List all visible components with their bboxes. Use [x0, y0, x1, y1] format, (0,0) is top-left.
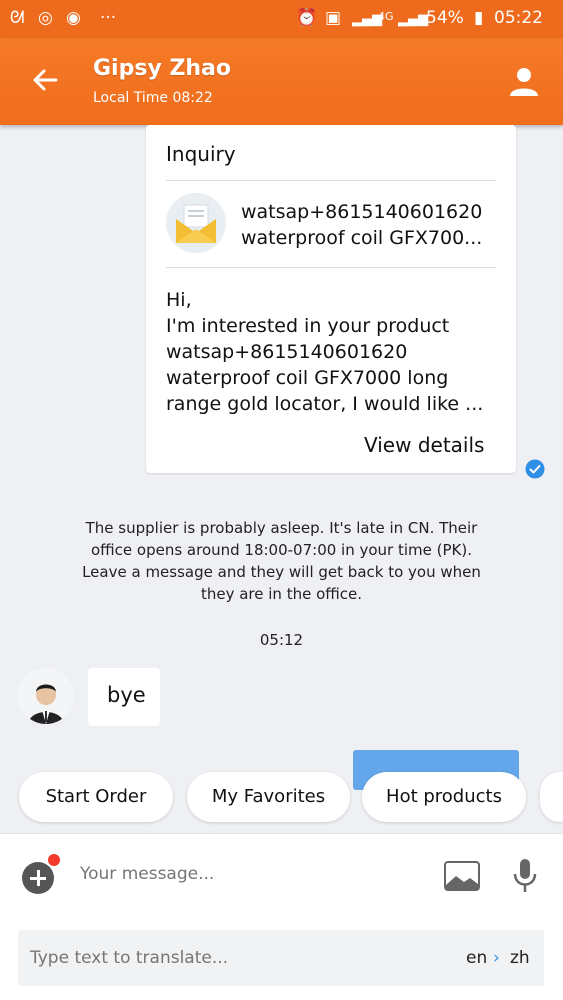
supplier-avatar-image [18, 668, 74, 724]
incoming-message-text: bye [107, 683, 146, 707]
divider [166, 267, 496, 268]
inquiry-message: Hi, I'm interested in your product watsa… [166, 287, 496, 417]
message-composer [0, 833, 563, 918]
read-check-icon [525, 459, 545, 479]
microphone-icon[interactable] [512, 858, 538, 894]
message-timestamp: 05:12 [259, 631, 304, 649]
app-bar: Gipsy Zhao Local Time 08:22 [0, 38, 563, 125]
profile-icon[interactable] [506, 64, 542, 100]
contact-name: Gipsy Zhao [93, 56, 232, 81]
incoming-message-bubble: bye [88, 668, 160, 726]
target-language[interactable]: zh [510, 948, 530, 968]
avatar[interactable] [18, 668, 74, 724]
status-bar: ᘛ ◎ ◉ ··· ⏰ ▣ ▂▄▆ 4G ▂▄▆ 54% ▮ 05:22 [0, 0, 563, 38]
more-notifications-icon: ··· [100, 8, 117, 28]
inquiry-title: Inquiry [166, 142, 236, 166]
message-line: I'm interested in your product [166, 315, 450, 337]
more-quick-reply-button[interactable] [540, 772, 563, 822]
my-favorites-button[interactable]: My Favorites [187, 772, 350, 822]
message-line: Hi, [166, 289, 192, 311]
message-line: watsap+8615140601620 [166, 341, 408, 363]
notification-icon: ᘛ [10, 8, 25, 28]
sim-icon: ▣ [325, 8, 342, 28]
source-language[interactable]: en [466, 948, 487, 968]
message-input[interactable] [80, 864, 420, 884]
back-arrow-icon[interactable] [26, 60, 66, 100]
product-name-line2: waterproof coil GFX700... [241, 227, 483, 249]
product-thumbnail [166, 193, 226, 253]
chrome-icon: ◉ [66, 8, 81, 28]
signal-icon-2: ▂▄▆ [398, 12, 428, 27]
battery-icon: ▮ [474, 8, 484, 28]
hot-products-button[interactable]: Hot products [362, 772, 526, 822]
product-name-line1: watsap+8615140601620 [241, 201, 483, 223]
status-time: 05:22 [494, 8, 543, 28]
view-details-link[interactable]: View details [364, 433, 484, 457]
message-line: waterproof coil GFX7000 long [166, 367, 449, 389]
start-order-button[interactable]: Start Order [19, 772, 173, 822]
envelope-icon [176, 204, 216, 243]
translate-field: en › zh [18, 930, 544, 986]
chevron-right-icon: › [493, 948, 500, 968]
network-type: 4G [378, 10, 394, 23]
notification-dot [48, 854, 60, 866]
inquiry-card[interactable]: Inquiry watsap+8615140601620 waterproof … [146, 125, 516, 473]
image-icon[interactable] [444, 861, 480, 891]
translator-bar: en › zh [0, 917, 563, 1000]
whatsapp-icon: ◎ [38, 8, 53, 28]
add-attachment-button[interactable] [22, 862, 54, 894]
alarm-icon: ⏰ [296, 8, 318, 28]
contact-local-time: Local Time 08:22 [93, 90, 213, 106]
translate-input[interactable] [30, 948, 360, 968]
divider [166, 180, 496, 181]
supplier-offline-notice: The supplier is probably asleep. It's la… [82, 519, 481, 603]
battery-percent: 54% [426, 8, 464, 28]
message-line: range gold locator, I would like ... [166, 393, 484, 415]
